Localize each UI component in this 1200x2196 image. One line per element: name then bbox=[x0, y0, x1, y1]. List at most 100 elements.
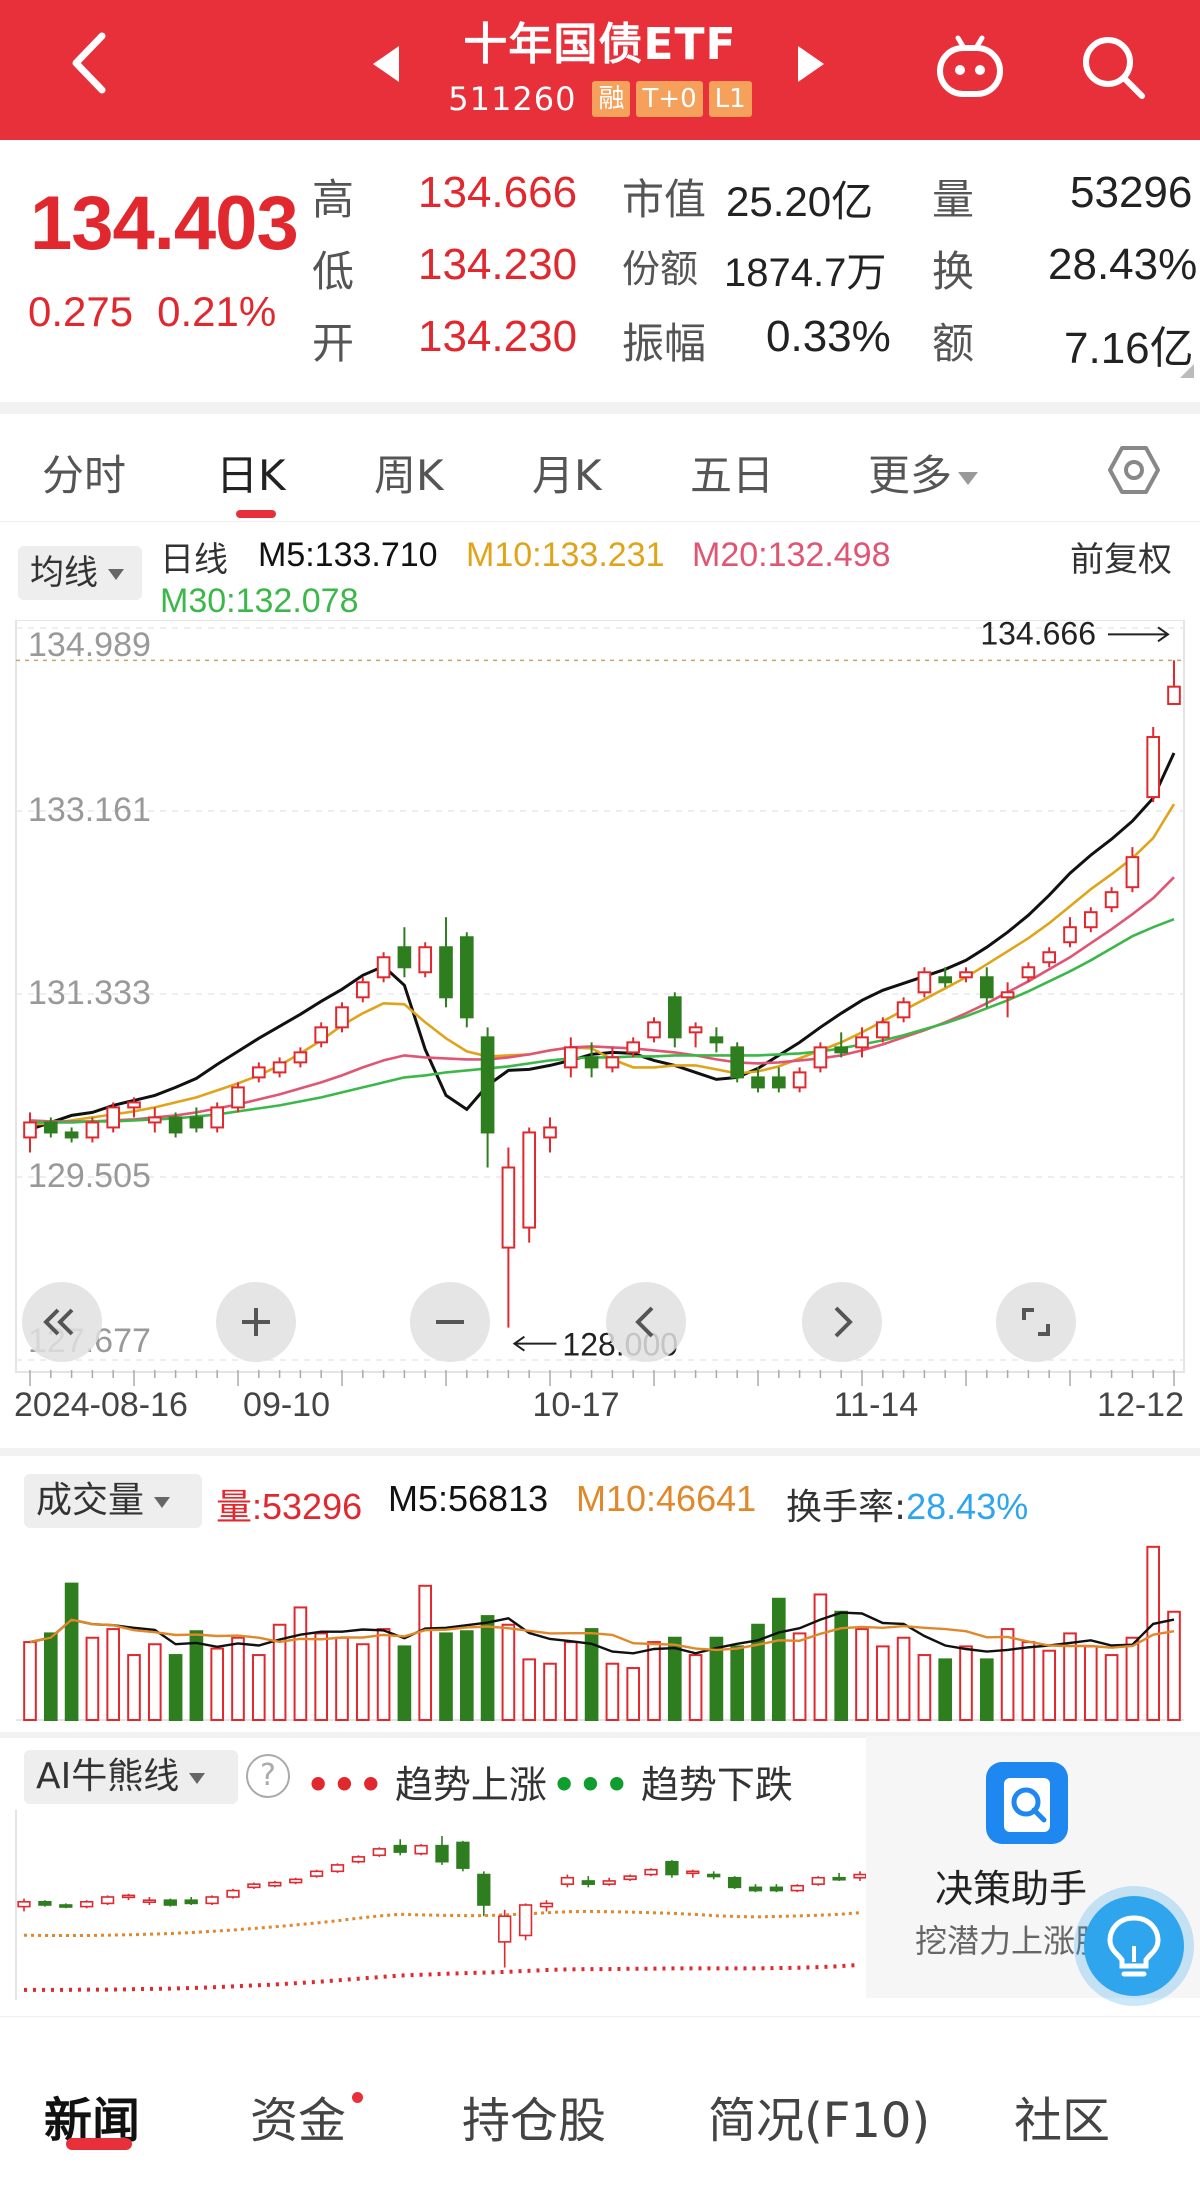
ai-candle-body bbox=[247, 1883, 261, 1889]
zoom-out-button[interactable] bbox=[410, 1282, 490, 1362]
margin-badge: 融 bbox=[592, 81, 631, 117]
volume-bar bbox=[314, 1632, 329, 1721]
volume-bar bbox=[1083, 1645, 1098, 1721]
tab-monthly-k[interactable]: 月K bbox=[532, 442, 602, 503]
max-price-label: 134.666 bbox=[980, 620, 1096, 651]
tab-community[interactable]: 社区 bbox=[1014, 2081, 1110, 2151]
candle-body bbox=[501, 1166, 516, 1249]
volume-bar bbox=[730, 1645, 745, 1721]
volume-bar bbox=[418, 1584, 433, 1721]
tab-holdings[interactable]: 持仓股 bbox=[462, 2081, 606, 2151]
tab-intraday[interactable]: 分时 bbox=[42, 442, 126, 503]
decision-assistant-icon bbox=[986, 1762, 1068, 1844]
ai-candle-body bbox=[498, 1915, 512, 1943]
volume-bar bbox=[1167, 1610, 1181, 1721]
tab-funds[interactable]: 资金 bbox=[250, 2081, 346, 2151]
candle-body bbox=[272, 1061, 287, 1074]
tab-daily-k[interactable]: 日K bbox=[216, 442, 286, 503]
candle-body bbox=[314, 1026, 329, 1044]
volume-bar bbox=[896, 1636, 911, 1721]
ai-indicator-selector[interactable]: AI牛熊线 bbox=[24, 1750, 238, 1804]
ai-selector-label: AI牛熊线 bbox=[36, 1756, 180, 1797]
volume-bar bbox=[813, 1593, 828, 1721]
security-subtitle: 511260 融 T+0 L1 bbox=[0, 80, 1200, 118]
candle-body bbox=[251, 1066, 266, 1079]
tab-five-day[interactable]: 五日 bbox=[690, 442, 774, 503]
ai-candle-body bbox=[790, 1884, 804, 1892]
high-label: 高 bbox=[312, 175, 355, 224]
active-tab-indicator bbox=[236, 510, 276, 518]
x-tick-label: 09-10 bbox=[243, 1386, 330, 1420]
ai-candle-body bbox=[38, 1900, 52, 1906]
ai-candle-body bbox=[435, 1844, 449, 1863]
step-right-button[interactable] bbox=[802, 1282, 882, 1362]
candle-body bbox=[813, 1046, 828, 1069]
volume-selector-label: 成交量 bbox=[36, 1480, 145, 1521]
lightbulb-icon[interactable] bbox=[1084, 1896, 1184, 1996]
x-tick-label: 10-17 bbox=[533, 1386, 620, 1420]
candle-body bbox=[1083, 911, 1098, 929]
settings-icon[interactable] bbox=[1108, 444, 1160, 496]
chevron-right-icon bbox=[834, 1306, 853, 1338]
scroll-left-button[interactable] bbox=[22, 1282, 102, 1362]
volume-indicator-selector[interactable]: 成交量 bbox=[24, 1474, 202, 1528]
candle-body bbox=[751, 1076, 765, 1089]
volume-current: 量:53296 bbox=[216, 1486, 363, 1527]
fullscreen-icon bbox=[1022, 1308, 1050, 1336]
help-icon[interactable]: ? bbox=[246, 1754, 290, 1798]
ai-bull-line bbox=[23, 1909, 861, 1937]
candle-body bbox=[1167, 685, 1181, 705]
ai-candle-body bbox=[289, 1878, 303, 1884]
high-value: 134.666 bbox=[418, 168, 578, 217]
adjust-selector[interactable]: 前复权 bbox=[1070, 532, 1172, 581]
m30-value: M30:132.078 bbox=[160, 582, 359, 620]
next-security-icon[interactable] bbox=[798, 46, 824, 82]
candle-body bbox=[584, 1056, 599, 1069]
change-amount: 0.275 bbox=[28, 288, 134, 335]
tab-profile-f10[interactable]: 简况(F10) bbox=[708, 2081, 930, 2151]
ai-bull-bear-chart[interactable] bbox=[0, 1810, 866, 2000]
chevron-down-icon bbox=[958, 472, 979, 485]
ai-candle-body bbox=[309, 1870, 324, 1877]
volume-bar bbox=[501, 1623, 516, 1721]
ai-candle-body bbox=[581, 1880, 595, 1885]
zoom-in-button[interactable] bbox=[216, 1282, 296, 1362]
candle-body bbox=[647, 1021, 661, 1039]
candle-body bbox=[626, 1041, 641, 1054]
turnover-value: 28.43% bbox=[1048, 240, 1198, 289]
minus-icon bbox=[436, 1320, 464, 1324]
expand-corner-icon[interactable] bbox=[1180, 364, 1194, 378]
tab-weekly-k[interactable]: 周K bbox=[374, 442, 444, 503]
y-tick-label: 134.989 bbox=[28, 626, 151, 664]
tab-more[interactable]: 更多 bbox=[868, 442, 979, 503]
y-tick-label: 133.161 bbox=[28, 791, 151, 829]
bottom-tab-bar: 新闻 资金 持仓股 简况(F10) 社区 bbox=[0, 2016, 1200, 2196]
ai-candle-body bbox=[414, 1844, 428, 1855]
candle-body bbox=[64, 1131, 79, 1139]
indicator-selector[interactable]: 均线 bbox=[18, 546, 142, 600]
candle-body bbox=[855, 1036, 869, 1049]
step-left-button[interactable] bbox=[606, 1282, 686, 1362]
ai-candle-body bbox=[100, 1896, 115, 1905]
plus-icon bbox=[242, 1308, 270, 1336]
mktcap-label: 市值 bbox=[622, 175, 707, 224]
candle-body bbox=[1000, 991, 1015, 999]
ai-candle-body bbox=[330, 1864, 345, 1873]
candle-body bbox=[293, 1051, 308, 1064]
ma-line-m30 bbox=[30, 917, 1175, 1124]
volume-bar bbox=[43, 1632, 58, 1721]
robot-assistant-icon[interactable] bbox=[932, 32, 1008, 102]
open-label: 开 bbox=[312, 319, 355, 368]
fullscreen-button[interactable] bbox=[996, 1282, 1076, 1362]
volume-bar bbox=[168, 1654, 183, 1721]
candle-body bbox=[418, 946, 433, 974]
change-percent: 0.21% bbox=[157, 288, 277, 335]
ai-candle-body bbox=[351, 1856, 366, 1863]
ai-trend-up-dots bbox=[24, 1962, 861, 1992]
volume-chart[interactable] bbox=[0, 1530, 1200, 1730]
volume-label: 量 bbox=[932, 175, 975, 224]
search-icon[interactable] bbox=[1078, 32, 1148, 102]
active-bottom-tab-indicator bbox=[66, 2138, 132, 2150]
volume-bar bbox=[647, 1641, 661, 1721]
y-tick-label: 129.505 bbox=[28, 1157, 151, 1195]
